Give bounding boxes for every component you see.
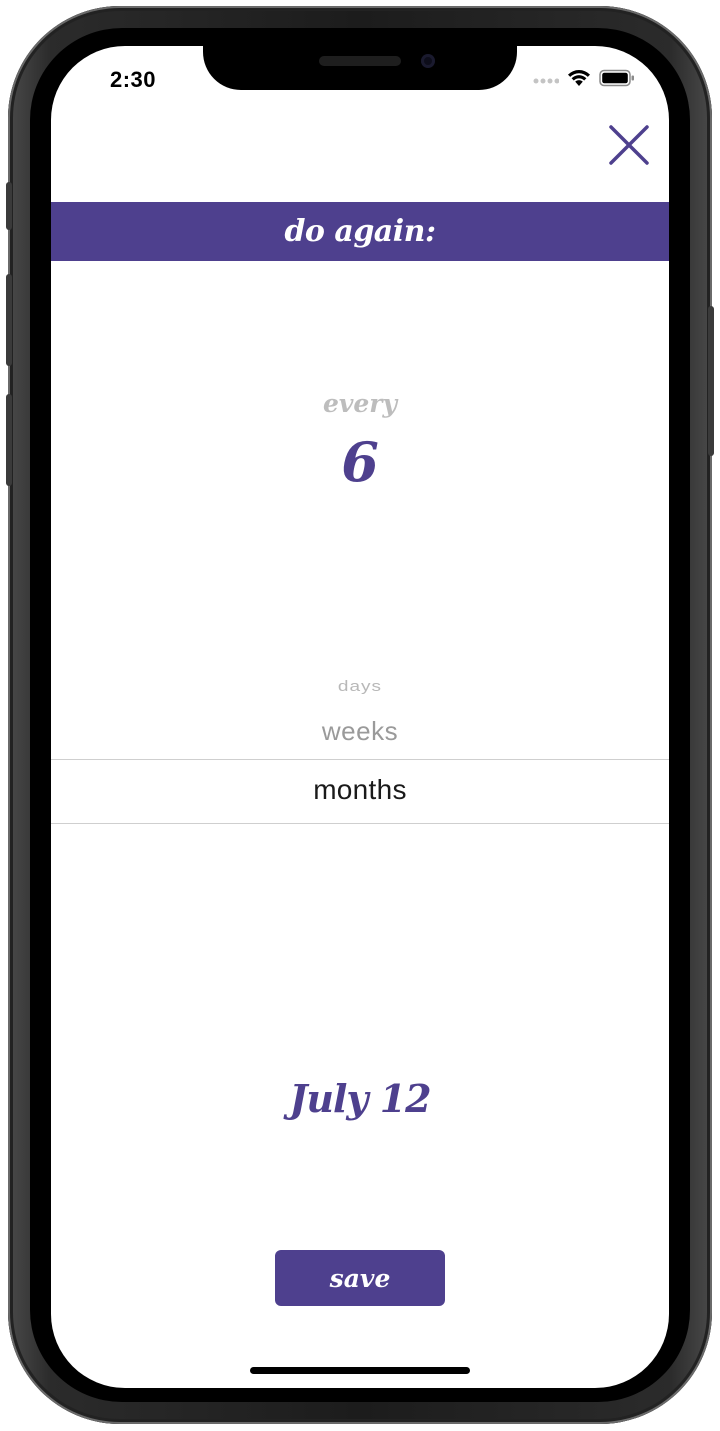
picker-option-months[interactable]: months (51, 774, 669, 806)
notch (203, 46, 517, 90)
cellular-signal-icon (533, 71, 560, 90)
interval-value[interactable]: 6 (51, 430, 669, 494)
home-indicator[interactable] (250, 1367, 470, 1374)
picker-selection-bottom-divider (51, 823, 669, 824)
earpiece-speaker (319, 56, 401, 66)
battery-icon (599, 69, 635, 92)
unit-picker[interactable]: days weeks months (51, 666, 669, 866)
header-title: do again: (284, 214, 436, 249)
close-button[interactable] (606, 122, 652, 168)
wifi-icon (567, 69, 591, 92)
close-icon (609, 125, 649, 165)
volume-down-button (6, 394, 12, 486)
next-date-label: July 12 (289, 1076, 431, 1121)
front-camera (421, 54, 435, 68)
picker-selection-top-divider (51, 759, 669, 760)
save-button-label: save (329, 1263, 391, 1293)
silent-switch (6, 182, 12, 230)
picker-option-days[interactable]: days (51, 678, 669, 696)
status-time: 2:30 (110, 67, 157, 92)
status-icons (533, 68, 635, 92)
interval-label: every (322, 389, 398, 418)
power-button (708, 306, 714, 456)
save-button[interactable]: save (275, 1250, 445, 1306)
app-screen: 2:30 do again: every 6 days weeks months… (51, 46, 669, 1388)
volume-up-button (6, 274, 12, 366)
picker-option-weeks[interactable]: weeks (51, 716, 669, 747)
header-bar: do again: (51, 202, 669, 261)
